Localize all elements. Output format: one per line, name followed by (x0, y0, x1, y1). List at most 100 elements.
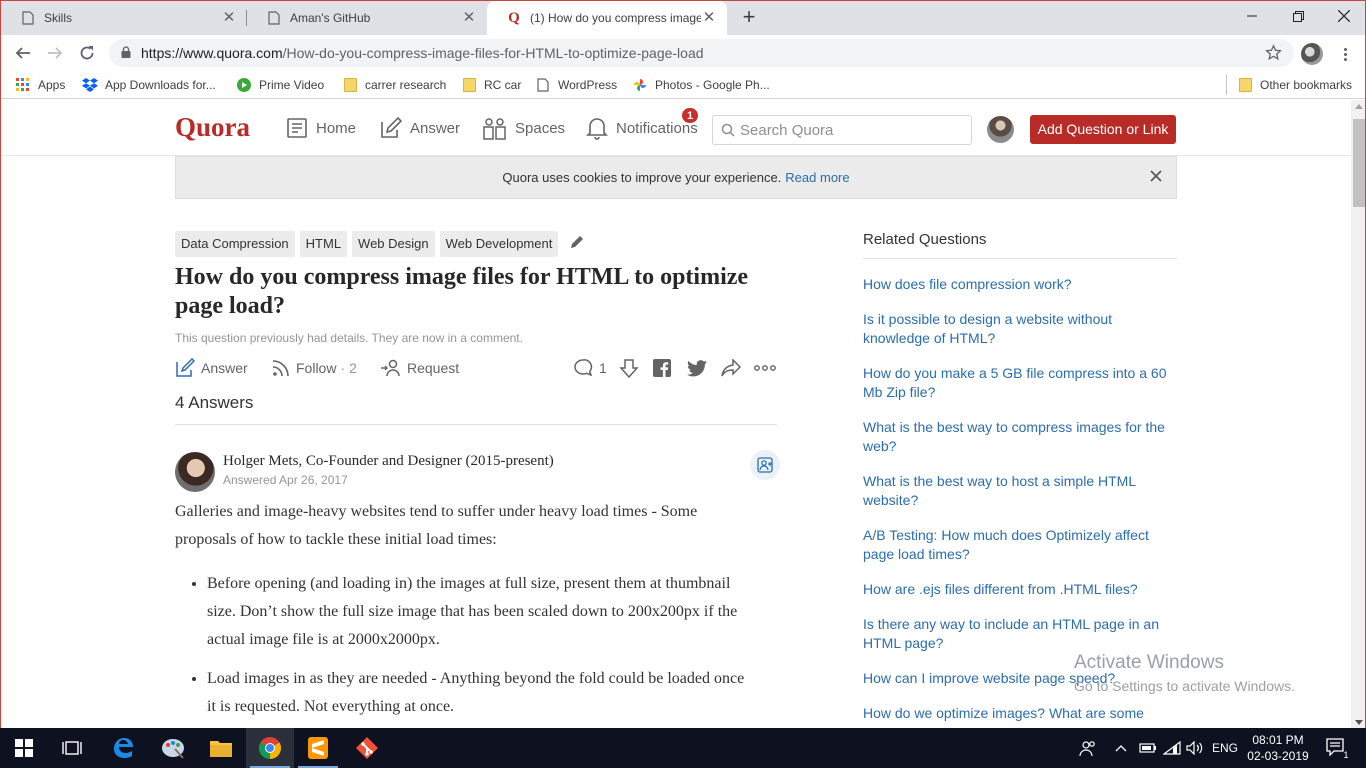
search-icon (721, 123, 735, 137)
page-icon (267, 10, 281, 26)
bookmark-app-downloads[interactable]: App Downloads for... (82, 77, 216, 93)
bookmark-wordpress[interactable]: WordPress (535, 77, 617, 93)
apps-grid-icon (15, 77, 31, 93)
language-label: ENG (1212, 741, 1239, 755)
restore-button[interactable] (1275, 1, 1321, 31)
scroll-down-icon[interactable] (1355, 720, 1363, 725)
quora-logo[interactable]: Quora (175, 112, 250, 143)
address-bar[interactable]: https://www.quora.com/How-do-you-compres… (109, 39, 1294, 67)
cookie-banner: Quora uses cookies to improve your exper… (175, 156, 1177, 199)
page-viewport: Quora Home Answer Spaces Notifications 1… (1, 100, 1351, 728)
cookie-text: Quora uses cookies to improve your exper… (502, 170, 782, 185)
comments-button[interactable]: 1 (573, 356, 607, 380)
share-arrow-icon (721, 359, 741, 377)
bookmark-apps[interactable]: Apps (15, 77, 65, 93)
share-facebook-button[interactable] (653, 356, 677, 380)
bell-icon (586, 118, 608, 140)
close-icon[interactable] (1150, 170, 1162, 185)
battery-icon[interactable] (1139, 728, 1157, 768)
share-button[interactable] (721, 356, 747, 380)
clock-date: 02-03-2019 (1247, 749, 1309, 763)
nav-spaces-label: Spaces (515, 119, 566, 137)
author-credential[interactable]: Holger Mets, Co-Founder and Designer (20… (223, 453, 554, 470)
taskbar-edge[interactable] (99, 728, 147, 768)
related-question-link[interactable]: How do you make a 5 GB file compress int… (863, 364, 1177, 402)
follow-separator: · (340, 360, 346, 376)
task-view-button[interactable] (48, 728, 96, 768)
cookie-read-more-link[interactable]: Read more (785, 170, 849, 185)
page-scrollbar[interactable] (1351, 100, 1365, 728)
tab-title: (1) How do you compress image (530, 11, 701, 25)
author-avatar[interactable] (175, 452, 215, 492)
bookmark-carrer-research[interactable]: carrer research (342, 77, 446, 93)
follow-button[interactable]: Follow · 2 (272, 356, 357, 380)
topic-tag[interactable]: Web Development (439, 231, 559, 257)
taskbar-git[interactable] (343, 728, 391, 768)
search-input[interactable]: Search Quora (712, 115, 972, 145)
related-list: How does file compression work? Is it po… (863, 275, 1177, 723)
volume-icon[interactable] (1186, 728, 1204, 768)
home-icon (287, 118, 307, 138)
related-question-link[interactable]: How are .ejs files different from .HTML … (863, 580, 1177, 599)
topic-tag[interactable]: Data Compression (175, 231, 295, 257)
reload-button[interactable] (75, 41, 99, 65)
paint-palette-icon (162, 739, 184, 759)
wifi-icon[interactable] (1163, 728, 1181, 768)
answer-date[interactable]: Answered Apr 26, 2017 (223, 473, 348, 487)
quora-header: Quora Home Answer Spaces Notifications 1… (1, 100, 1351, 156)
edge-icon (114, 738, 133, 758)
nav-spaces[interactable]: Spaces (482, 114, 565, 142)
request-button[interactable]: Request (381, 356, 459, 380)
tab-quora[interactable]: Q (1) How do you compress image ✕ (487, 1, 727, 35)
nav-answer[interactable]: Answer (379, 114, 460, 142)
bookmark-star-icon[interactable] (1265, 44, 1282, 64)
related-question-link[interactable]: What is the best way to host a simple HT… (863, 472, 1177, 510)
new-tab-button[interactable]: + (737, 6, 761, 30)
tab-github[interactable]: Aman's GitHub ✕ (247, 1, 487, 35)
scrollbar-thumb[interactable] (1353, 119, 1365, 207)
more-options-button[interactable] (754, 356, 782, 380)
minimize-button[interactable] (1229, 1, 1275, 31)
follow-author-button[interactable] (750, 450, 780, 480)
taskbar-clock[interactable]: 08:01 PM 02-03-2019 (1238, 732, 1318, 764)
related-question-link[interactable]: What is the best way to compress images … (863, 418, 1177, 456)
related-question-link[interactable]: How can I improve website page speed? (863, 669, 1177, 688)
people-icon[interactable] (1079, 728, 1097, 768)
tab-skills[interactable]: Skills ✕ (1, 1, 247, 35)
related-question-link[interactable]: A/B Testing: How much does Optimizely af… (863, 526, 1177, 564)
downvote-button[interactable] (618, 356, 646, 380)
taskbar-chrome[interactable] (246, 728, 294, 768)
add-question-button[interactable]: Add Question or Link (1030, 115, 1176, 144)
related-question-link[interactable]: Is it possible to design a website witho… (863, 310, 1177, 348)
bookmark-rc-car[interactable]: RC car (461, 77, 521, 93)
bookmark-prime-video[interactable]: Prime Video (236, 77, 324, 93)
edit-topics-icon[interactable] (569, 234, 585, 257)
scroll-up-icon[interactable] (1355, 104, 1363, 109)
related-question-link[interactable]: Is there any way to include an HTML page… (863, 615, 1177, 653)
close-tab-icon[interactable]: ✕ (461, 10, 477, 26)
close-tab-icon[interactable]: ✕ (221, 10, 237, 26)
forward-button[interactable] (43, 41, 67, 65)
related-question-link[interactable]: How do we optimize images? What are some (863, 704, 1177, 723)
nav-home[interactable]: Home (286, 114, 356, 142)
share-twitter-button[interactable] (687, 356, 713, 380)
taskbar-sublime[interactable] (294, 728, 342, 768)
close-window-button[interactable] (1321, 1, 1365, 31)
related-question-link[interactable]: How does file compression work? (863, 275, 1177, 294)
taskbar-paint[interactable] (149, 728, 197, 768)
topic-tag[interactable]: HTML (299, 231, 348, 257)
start-button[interactable] (0, 728, 48, 768)
close-tab-icon[interactable]: ✕ (701, 10, 717, 26)
browser-profile-avatar[interactable] (1301, 43, 1323, 65)
back-button[interactable] (11, 41, 35, 65)
topic-tag[interactable]: Web Design (352, 231, 435, 257)
browser-menu-icon[interactable] (1339, 43, 1351, 65)
show-hidden-icons-icon[interactable] (1115, 728, 1127, 768)
bookmark-other[interactable]: Other bookmarks (1237, 77, 1352, 93)
language-indicator[interactable]: ENG (1212, 728, 1238, 768)
tab-title: Skills (44, 11, 73, 25)
user-avatar[interactable] (987, 116, 1014, 143)
taskbar-file-explorer[interactable] (197, 728, 245, 768)
answer-button[interactable]: Answer (175, 356, 248, 380)
bookmark-google-photos[interactable]: Photos - Google Ph... (632, 77, 770, 93)
